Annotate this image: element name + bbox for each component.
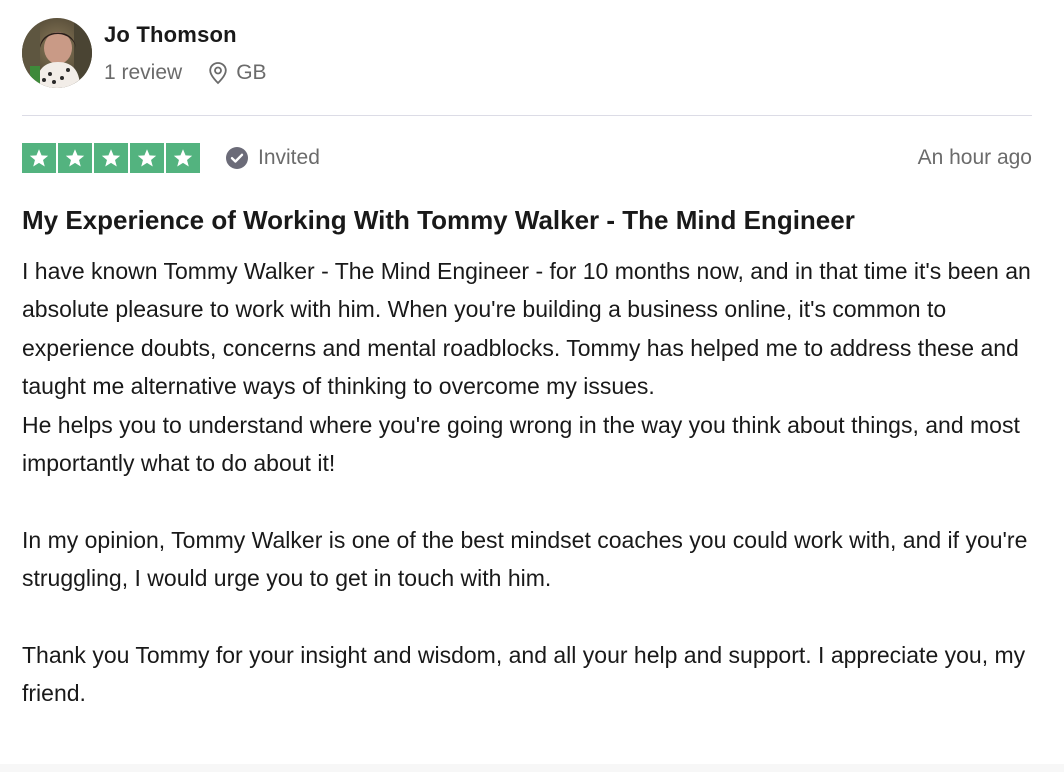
reviewer-info: Jo Thomson 1 review GB bbox=[104, 18, 267, 85]
review-card: Jo Thomson 1 review GB Invited An hour a… bbox=[0, 0, 1064, 772]
review-paragraph: In my opinion, Tommy Walker is one of th… bbox=[22, 526, 1028, 592]
verification-badge[interactable]: Invited bbox=[226, 146, 320, 170]
reviewer-meta: 1 review GB bbox=[104, 61, 267, 85]
card-bottom-edge bbox=[0, 764, 1064, 772]
star-icon bbox=[94, 143, 128, 173]
reviewer-avatar[interactable] bbox=[22, 18, 92, 88]
rating-row: Invited An hour ago bbox=[22, 143, 1032, 173]
reviewer-location: GB bbox=[208, 61, 267, 85]
star-icon bbox=[58, 143, 92, 173]
divider bbox=[22, 115, 1032, 116]
review-paragraph: I have known Tommy Walker - The Mind Eng… bbox=[22, 258, 1031, 400]
review-count: 1 review bbox=[104, 61, 183, 84]
review-paragraph: Thank you Tommy for your insight and wis… bbox=[22, 642, 1026, 707]
star-icon bbox=[22, 143, 56, 173]
review-paragraph: He helps you to understand where you're … bbox=[22, 411, 1020, 477]
star-rating bbox=[22, 143, 200, 173]
review-date: An hour ago bbox=[917, 146, 1032, 169]
avatar-photo-icon bbox=[22, 18, 92, 88]
check-circle-icon bbox=[226, 147, 248, 169]
location-label: GB bbox=[236, 61, 267, 84]
reviewer-name[interactable]: Jo Thomson bbox=[104, 22, 267, 48]
location-pin-icon bbox=[209, 62, 227, 85]
star-icon bbox=[166, 143, 200, 173]
review-body: I have known Tommy Walker - The Mind Eng… bbox=[22, 252, 1042, 713]
reviewer-header: Jo Thomson 1 review GB bbox=[22, 18, 267, 88]
verification-label: Invited bbox=[258, 146, 320, 169]
star-icon bbox=[130, 143, 164, 173]
review-title[interactable]: My Experience of Working With Tommy Walk… bbox=[22, 203, 1042, 237]
